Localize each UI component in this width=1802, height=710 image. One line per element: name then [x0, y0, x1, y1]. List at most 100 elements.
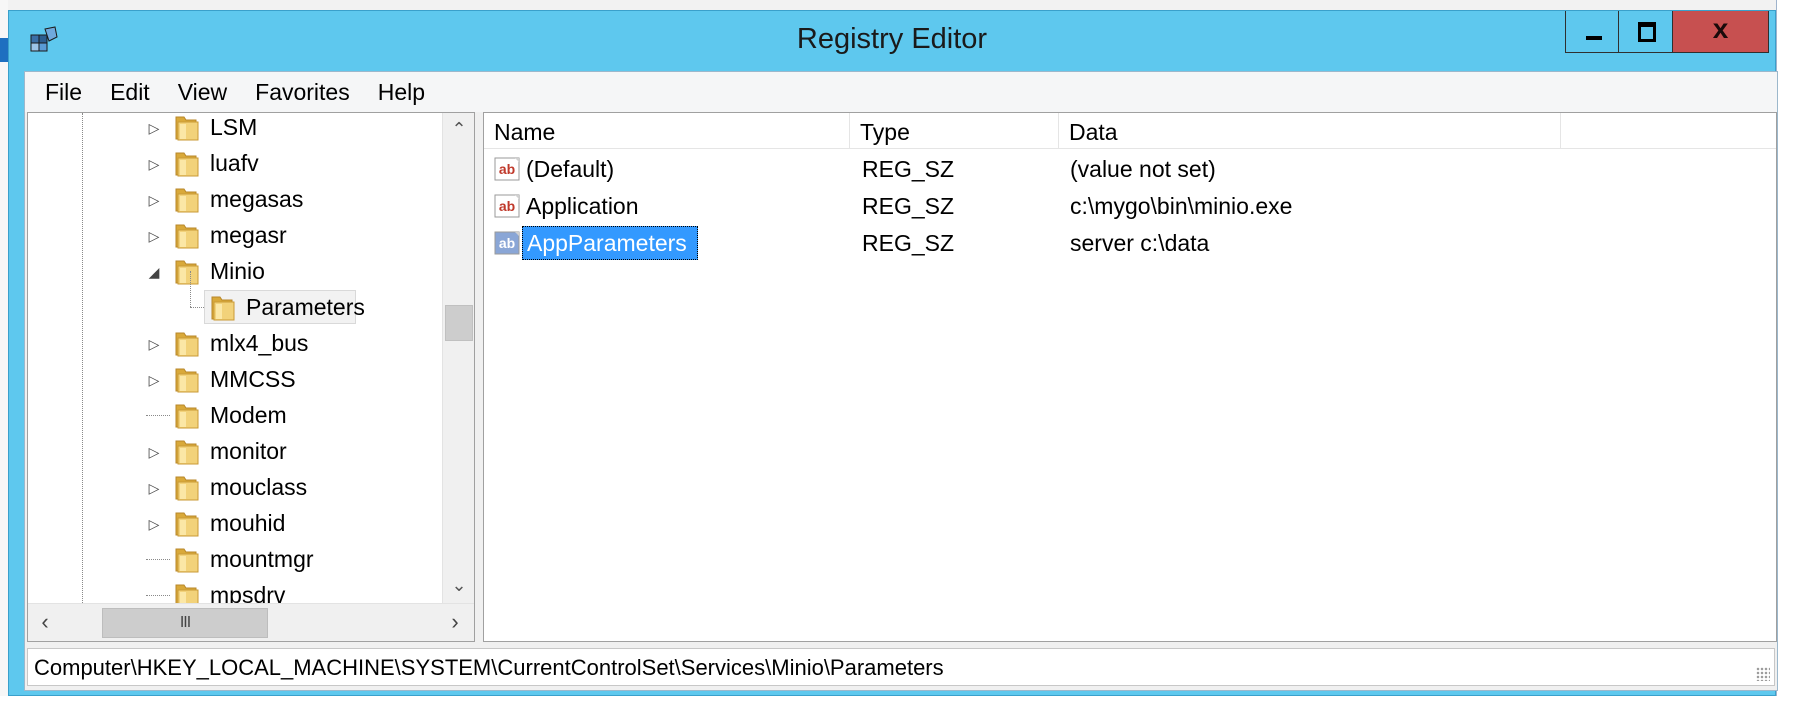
key-tree-pane[interactable]: ▷ LSM ▷ luafv ▷ megasas ▷ megasr ◢ Minio Parameter… — [27, 112, 475, 642]
title-bar[interactable]: Registry Editor x — [9, 11, 1775, 73]
value-name: (Default) — [526, 156, 615, 182]
tree-item-label: Minio — [210, 258, 265, 284]
value-name: Application — [526, 193, 639, 219]
svg-text:ab: ab — [499, 198, 515, 214]
tree-item-label: Parameters — [246, 294, 365, 320]
column-header-type[interactable]: Type — [850, 113, 1059, 149]
tree-horizontal-scrollbar[interactable]: ‹ III › — [28, 603, 474, 641]
folder-icon — [174, 473, 200, 501]
tree-item-label: mouhid — [210, 510, 286, 536]
tree-guide-line — [190, 271, 191, 307]
tree-item[interactable]: ▷ mouclass — [28, 469, 442, 505]
menu-favorites[interactable]: Favorites — [241, 72, 364, 112]
maximize-button[interactable] — [1619, 11, 1673, 53]
tree-item-label: MMCSS — [210, 366, 296, 392]
tree-item[interactable]: mountmgr — [28, 541, 442, 577]
tree-item[interactable]: ▷ LSM — [28, 113, 442, 145]
menu-view[interactable]: View — [164, 72, 241, 112]
tree-item-label: mlx4_bus — [210, 330, 309, 356]
tree-item[interactable]: ▷ MMCSS — [28, 361, 442, 397]
folder-icon — [174, 329, 200, 357]
tree-guide-line — [146, 415, 170, 416]
tree-item[interactable]: Parameters — [28, 271, 442, 325]
scroll-up-arrow-icon[interactable]: ⌃ — [443, 113, 475, 145]
tree-item[interactable]: ▷ megasas — [28, 181, 442, 217]
minimize-button[interactable] — [1565, 11, 1619, 53]
list-row[interactable]: ab Application REG_SZ c:\mygo\bin\minio.exe — [484, 188, 1776, 224]
tree-item[interactable]: Modem — [28, 397, 442, 433]
tree-item[interactable]: ▷ megasr — [28, 217, 442, 253]
key-tree[interactable]: ▷ LSM ▷ luafv ▷ megasas ▷ megasr ◢ Minio Parameter… — [28, 113, 442, 603]
window-title: Registry Editor — [796, 23, 988, 55]
horizontal-scroll-thumb[interactable]: III — [102, 608, 268, 638]
list-row[interactable]: ab (Default) REG_SZ (value not set) — [484, 151, 1776, 187]
expand-arrow-icon[interactable]: ▷ — [146, 120, 162, 136]
value-type: REG_SZ — [862, 193, 955, 219]
tree-item-label: mountmgr — [210, 546, 314, 572]
list-row[interactable]: ab AppParameters REG_SZ server c:\data — [484, 225, 1776, 261]
resize-grip-icon[interactable] — [1756, 667, 1770, 681]
list-header: Name Type Data — [484, 113, 1776, 149]
tree-item[interactable]: mpsdrv — [28, 577, 442, 603]
menu-edit[interactable]: Edit — [96, 72, 164, 112]
folder-icon — [174, 581, 200, 603]
tree-item-label: mouclass — [210, 474, 308, 500]
expand-arrow-icon[interactable]: ▷ — [146, 336, 162, 352]
background-window-left — [0, 0, 8, 710]
tree-item-label: megasr — [210, 222, 287, 248]
expand-arrow-icon[interactable]: ▷ — [146, 444, 162, 460]
vertical-scroll-thumb[interactable] — [445, 305, 473, 341]
key-path-text: Computer\HKEY_LOCAL_MACHINE\SYSTEM\Curre… — [34, 655, 944, 680]
column-header-data[interactable]: Data — [1059, 113, 1561, 149]
client-area: File Edit View Favorites Help ▷ LSM ▷ luafv ▷ meg… — [24, 71, 1778, 691]
tree-item[interactable]: ▷ mlx4_bus — [28, 325, 442, 361]
background-window-edge — [0, 0, 1802, 10]
close-icon: x — [1712, 13, 1729, 44]
registry-editor-window: Registry Editor x File Edit View Favorites H… — [8, 10, 1778, 696]
string-value-icon: ab — [494, 192, 522, 220]
close-button[interactable]: x — [1673, 11, 1769, 53]
tree-item[interactable]: ▷ luafv — [28, 145, 442, 181]
folder-icon — [174, 113, 200, 141]
folder-icon — [174, 257, 200, 285]
expand-arrow-icon[interactable]: ▷ — [146, 480, 162, 496]
tree-item[interactable]: ▷ mouhid — [28, 505, 442, 541]
value-data: (value not set) — [1070, 156, 1216, 182]
folder-icon — [174, 149, 200, 177]
svg-text:ab: ab — [499, 235, 515, 251]
tree-item-label: luafv — [210, 150, 259, 176]
folder-icon — [174, 509, 200, 537]
expand-arrow-icon[interactable]: ▷ — [146, 228, 162, 244]
folder-icon — [210, 293, 236, 321]
folder-icon — [174, 365, 200, 393]
tree-item[interactable]: ▷ monitor — [28, 433, 442, 469]
expand-arrow-icon[interactable]: ▷ — [146, 372, 162, 388]
folder-icon — [174, 437, 200, 465]
menu-help[interactable]: Help — [364, 72, 439, 112]
value-data: c:\mygo\bin\minio.exe — [1070, 193, 1293, 219]
string-value-icon: ab — [494, 229, 522, 257]
tree-guide-line — [146, 595, 170, 596]
menu-file[interactable]: File — [31, 72, 96, 112]
tree-item-label: megasas — [210, 186, 304, 212]
value-name: AppParameters — [522, 226, 698, 260]
expand-arrow-icon[interactable]: ▷ — [146, 156, 162, 172]
scroll-left-arrow-icon[interactable]: ‹ — [28, 604, 62, 642]
folder-icon — [174, 401, 200, 429]
expand-arrow-icon[interactable]: ▷ — [146, 516, 162, 532]
tree-item-label: Modem — [210, 402, 287, 428]
scroll-down-arrow-icon[interactable]: ⌄ — [443, 569, 475, 601]
tree-item-label: monitor — [210, 438, 287, 464]
folder-icon — [174, 221, 200, 249]
tree-vertical-scrollbar[interactable]: ⌃ ⌄ — [442, 113, 474, 603]
expand-arrow-icon[interactable]: ▷ — [146, 192, 162, 208]
scroll-right-arrow-icon[interactable]: › — [438, 604, 472, 642]
string-value-icon: ab — [494, 155, 522, 183]
tree-item[interactable]: ◢ Minio — [28, 253, 442, 289]
column-header-name[interactable]: Name — [484, 113, 850, 149]
menu-bar: File Edit View Favorites Help — [25, 72, 1777, 112]
status-bar: Computer\HKEY_LOCAL_MACHINE\SYSTEM\Curre… — [27, 648, 1775, 686]
values-list-pane[interactable]: Name Type Data ab (Default) REG_SZ (value n… — [483, 112, 1777, 642]
tree-item-label: LSM — [210, 114, 258, 140]
collapse-arrow-icon[interactable]: ◢ — [146, 264, 162, 280]
